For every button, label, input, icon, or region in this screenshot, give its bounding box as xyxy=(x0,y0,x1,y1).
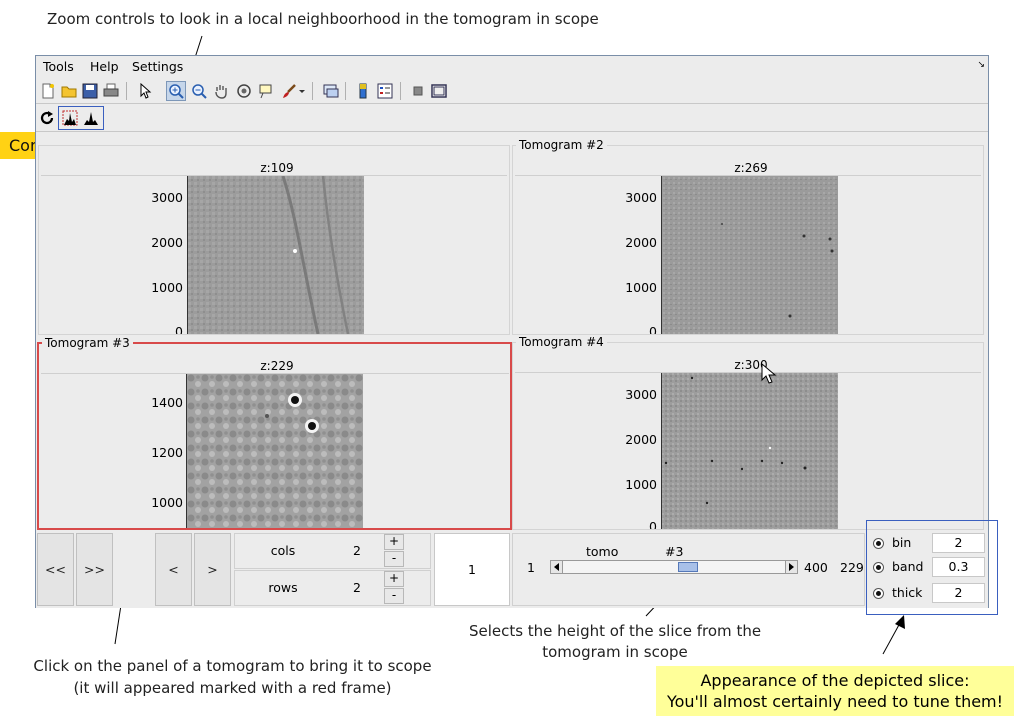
new-file-icon[interactable] xyxy=(38,81,58,101)
mouse-cursor-icon xyxy=(761,363,777,384)
contrast-toolbar xyxy=(36,105,988,132)
rows-label: rows xyxy=(268,580,298,595)
slice-annotation-line1: Selects the height of the slice from the xyxy=(468,622,762,640)
y-tick-label: 0 xyxy=(175,324,183,334)
z-slice-label: z:300 xyxy=(734,358,768,372)
z-slice-label: z:269 xyxy=(734,161,768,175)
open-folder-icon[interactable] xyxy=(59,81,79,101)
tomogram-slice-image[interactable] xyxy=(661,176,838,334)
y-tick-label: 0 xyxy=(649,519,657,529)
tomogram-slice-image[interactable] xyxy=(187,176,364,334)
legend-icon[interactable] xyxy=(375,81,395,101)
tomogram-panel-3[interactable]: Tomogram #3 z:229 1400 1200 1000 xyxy=(37,336,512,530)
cols-decrement-button[interactable]: - xyxy=(384,551,404,567)
save-icon[interactable] xyxy=(80,81,100,101)
z-slice-label: z:229 xyxy=(260,359,294,373)
panel-title: Tomogram #3 xyxy=(42,336,133,350)
y-tick-label: 1000 xyxy=(625,477,657,492)
cols-label: cols xyxy=(270,543,296,558)
panel-title: Tomogram #2 xyxy=(516,138,607,152)
appearance-annotation-line1: Appearance of the depicted slice: xyxy=(700,671,970,690)
menu-settings[interactable]: Settings xyxy=(132,59,183,74)
next-page-button[interactable]: >> xyxy=(76,533,113,606)
y-tick-label: 1000 xyxy=(151,495,183,510)
panel-annotation: Click on the panel of a tomogram to brin… xyxy=(5,655,460,699)
panel-annotation-line1: Click on the panel of a tomogram to brin… xyxy=(33,657,432,675)
slice-annotation: Selects the height of the slice from the… xyxy=(440,621,790,663)
pointer-icon[interactable] xyxy=(135,81,155,101)
hide-plot-tools-icon[interactable] xyxy=(408,81,428,101)
contrast-histogram-icon[interactable] xyxy=(81,108,101,128)
zoom-out-icon[interactable] xyxy=(189,81,209,101)
slice-current-value: 229 xyxy=(840,560,864,575)
appearance-annotation-line2: You'll almost certainly need to tune the… xyxy=(666,692,1004,711)
tomogram-panel-4[interactable]: Tomogram #4 z:300 3000 2000 1000 0 xyxy=(512,335,984,530)
link-plot-icon[interactable] xyxy=(321,81,341,101)
menu-help[interactable]: Help xyxy=(90,59,119,74)
cols-increment-button[interactable]: + xyxy=(384,534,404,550)
toolbar-separator xyxy=(400,82,401,100)
zoom-annotation: Zoom controls to look in a local neighbo… xyxy=(47,10,599,28)
tomo-label: tomo xyxy=(586,544,619,559)
rows-decrement-button[interactable]: - xyxy=(384,588,404,604)
tomogram-panel-1[interactable]: z:109 3000 2000 1000 0 xyxy=(38,145,510,335)
y-tick-label: 1200 xyxy=(151,445,183,460)
print-icon[interactable] xyxy=(101,81,121,101)
menu-bar: Tools Help Settings ↘ xyxy=(36,56,988,77)
slider-left-arrow-icon[interactable] xyxy=(551,561,563,573)
slider-thumb[interactable] xyxy=(678,562,699,572)
y-tick-label: 0 xyxy=(649,324,657,334)
y-tick-label: 1400 xyxy=(151,395,183,410)
slice-annotation-line2: tomogram in scope xyxy=(542,643,688,661)
data-cursor-icon[interactable] xyxy=(256,81,276,101)
y-tick-label: 3000 xyxy=(625,387,657,402)
y-tick-label: 3000 xyxy=(151,190,183,205)
tomo-value: #3 xyxy=(665,544,684,559)
y-tick-label: 2000 xyxy=(625,235,657,250)
main-toolbar xyxy=(36,78,988,104)
slice-min-label: 1 xyxy=(527,560,535,575)
refresh-icon[interactable] xyxy=(37,108,57,128)
contrast-auto-icon[interactable] xyxy=(60,108,80,128)
app-window: Tools Help Settings ↘ z:109 3000 2000 10… xyxy=(35,55,989,608)
y-tick-label: 1000 xyxy=(625,280,657,295)
next-tomogram-button[interactable]: > xyxy=(194,533,231,606)
first-page-button[interactable]: << xyxy=(37,533,74,606)
y-tick-label: 2000 xyxy=(625,432,657,447)
page-number-field[interactable]: 1 xyxy=(434,533,510,606)
y-tick-label: 3000 xyxy=(625,190,657,205)
zoom-in-icon[interactable] xyxy=(166,81,186,101)
menu-tools[interactable]: Tools xyxy=(43,59,74,74)
y-tick-label: 1000 xyxy=(151,280,183,295)
appearance-highlight-frame xyxy=(866,520,998,615)
slice-max-label: 400 xyxy=(804,560,828,575)
toolbar-separator xyxy=(345,82,346,100)
dock-arrow-icon[interactable]: ↘ xyxy=(977,60,985,70)
control-bar: << >> < > cols 2 + - rows 2 + - 1 tomo #… xyxy=(36,532,988,608)
brush-icon[interactable] xyxy=(279,81,299,101)
toolbar-separator xyxy=(312,82,313,100)
cols-value[interactable]: 2 xyxy=(334,535,380,567)
panel-title: Tomogram #4 xyxy=(516,335,607,349)
show-plot-tools-icon[interactable] xyxy=(429,81,449,101)
colorbar-icon[interactable] xyxy=(353,81,373,101)
tomogram-slice-image[interactable] xyxy=(186,374,363,528)
tomogram-slice-image[interactable] xyxy=(661,373,838,529)
dropdown-arrow-icon[interactable] xyxy=(297,81,307,101)
rows-value[interactable]: 2 xyxy=(334,572,380,604)
rotate-3d-icon[interactable] xyxy=(234,81,254,101)
appearance-annotation-arrow xyxy=(882,615,905,655)
rows-increment-button[interactable]: + xyxy=(384,571,404,587)
toolbar-separator xyxy=(126,82,127,100)
y-tick-label: 2000 xyxy=(151,235,183,250)
appearance-annotation: Appearance of the depicted slice: You'll… xyxy=(656,666,1014,716)
tomogram-panel-2[interactable]: Tomogram #2 z:269 3000 2000 1000 0 xyxy=(512,138,984,335)
slider-right-arrow-icon[interactable] xyxy=(785,561,797,573)
pan-hand-icon[interactable] xyxy=(211,81,231,101)
panel-annotation-line2: (it will appeared marked with a red fram… xyxy=(73,679,392,697)
previous-tomogram-button[interactable]: < xyxy=(155,533,192,606)
slice-slider[interactable] xyxy=(550,560,798,574)
z-slice-label: z:109 xyxy=(260,161,294,175)
